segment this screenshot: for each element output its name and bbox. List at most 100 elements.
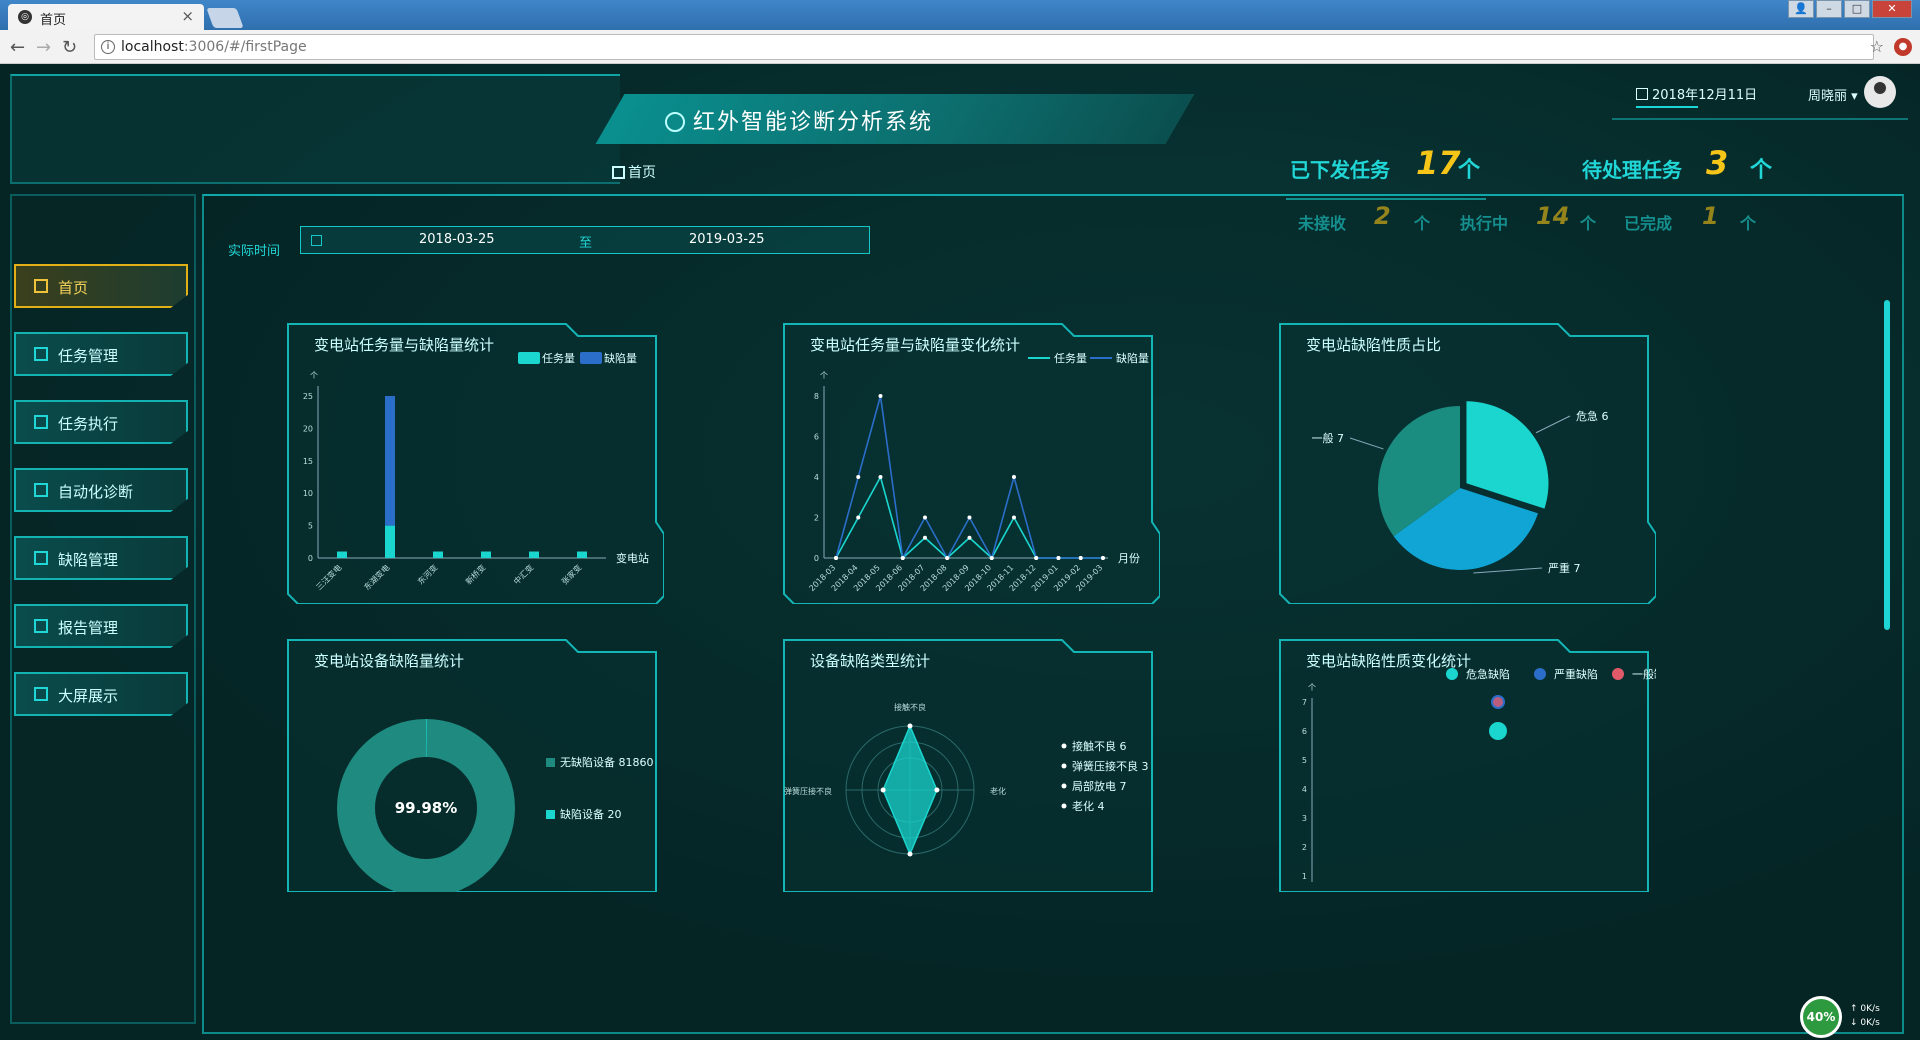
system-title: 红外智能诊断分析系统 [665,104,933,136]
data-point [989,556,994,560]
building-icon [34,279,48,293]
network-speed: ↑ 0K/s ↓ 0K/s [1850,1004,1880,1028]
data-point [1011,515,1016,520]
pending-tasks-value: 3 [1706,144,1729,182]
sidebar-item-home[interactable]: 首页 [14,264,188,308]
issued-tasks-label: 已下发任务 [1290,158,1390,182]
legend-swatch [518,352,540,364]
caret-down-icon: ▾ [1851,89,1858,104]
building-icon [34,619,48,633]
browser-tab[interactable]: ◎ 首页 × [8,4,204,30]
series-line [835,395,1103,561]
y-tick-label: 2 [814,514,819,523]
legend-swatch [546,810,555,819]
date-range-picker[interactable]: 2018-03-25 至 2019-03-25 [300,226,870,254]
bar [385,396,395,526]
y-tick-label: 8 [814,392,819,401]
pie-label: 危急 6 [1576,409,1609,423]
window-maximize-icon[interactable]: □ [1844,0,1870,18]
user-bar: 2018年12月11日 周晓丽 ▾ [1612,64,1908,120]
scrollbar[interactable] [1884,300,1890,630]
building-icon [34,687,48,701]
x-tick-label: 张家变 [559,562,583,586]
scatter-point [1493,697,1503,707]
current-date-text: 2018年12月11日 [1652,88,1758,103]
avatar[interactable] [1864,76,1896,108]
reload-icon[interactable]: ↻ [62,37,77,58]
y-tick-label: 20 [303,424,313,433]
donut-chart: 99.98% 无缺陷设备 81860 缺陷设备 20 [337,719,654,892]
sidebar-item-defect-management[interactable]: 缺陷管理 [14,536,188,580]
network-monitor[interactable]: 40% ↑ 0K/s ↓ 0K/s [1800,996,1920,1040]
sidebar-item-task-management[interactable]: 任务管理 [14,332,188,376]
bookmark-star-icon[interactable]: ☆ [1870,37,1884,56]
tab-favicon-icon: ◎ [18,10,32,24]
sidebar-item-label: 报告管理 [58,619,119,637]
data-point [856,515,861,520]
new-tab-button[interactable] [206,8,244,28]
radar-point [934,787,940,793]
tab-title: 首页 [40,13,67,28]
legend-label: 缺陷设备 20 [560,807,622,821]
sidebar-item-auto-diagnosis[interactable]: 自动化诊断 [14,468,188,512]
legend-label: 任务量 [1054,352,1087,365]
window-close-icon[interactable]: ✕ [1872,0,1912,18]
data-point [1100,556,1105,560]
date-underline [1636,106,1698,108]
y-tick-label: 6 [1302,727,1307,736]
sidebar-item-report-management[interactable]: 报告管理 [14,604,188,648]
back-icon[interactable]: ← [10,37,25,58]
bar [577,551,587,558]
system-logo-icon [665,112,685,132]
radar-point [880,787,886,793]
legend-label: 危急缺陷 [1466,667,1510,681]
upload-speed: 0K/s [1860,1004,1880,1014]
legend-bullet [1061,783,1067,789]
breadcrumb[interactable]: 首页 [612,162,656,182]
data-point [834,556,838,560]
card-radar-chart: 设备缺陷类型统计 接触不良 老化 弹簧压接不良 接触不良 6 弹簧压接不良 3 局部放电 … [782,638,1160,892]
building-icon [34,347,48,361]
sidebar-item-label: 自动化诊断 [58,483,134,501]
user-menu[interactable]: 周晓丽 ▾ [1808,85,1858,104]
legend-swatch [580,352,602,364]
sidebar-item-label: 首页 [58,279,89,297]
window-minimize-icon[interactable]: – [1816,0,1842,18]
sidebar-item-label: 大屏展示 [58,687,119,705]
site-info-icon[interactable]: i [101,40,115,54]
user-name: 周晓丽 [1808,89,1848,104]
radar-chart: 接触不良老化 弹簧压接不良 接触不良 6 弹簧压接不良 3 局部放电 7 老化 4 [784,702,1149,857]
address-bar: ← → ↻ i localhost:3006/#/firstPage ☆ ● [0,30,1920,64]
scatter-point [1489,722,1507,740]
bar [529,551,539,558]
card-pie-chart: 变电站缺陷性质占比 危急 6 严重 7 一般 7 [1278,322,1656,604]
url-path: :3006/#/firstPage [183,39,307,55]
tab-close-icon[interactable]: × [181,7,194,25]
pie-slice [1466,401,1549,509]
legend-swatch [1446,668,1458,680]
pie-label: 一般 7 [1312,432,1345,445]
radar-point [907,851,913,857]
y-tick-label: 5 [308,522,313,531]
legend-label: 一般缺陷 [1632,667,1656,681]
sidebar-item-big-screen[interactable]: 大屏展示 [14,672,188,716]
current-date: 2018年12月11日 [1636,84,1758,108]
bar [385,525,395,558]
sidebar-item-task-execution[interactable]: 任务执行 [14,400,188,444]
donut-center-label: 99.98% [395,799,457,817]
window-user-icon[interactable]: 👤 [1788,0,1814,18]
line-chart: 个月份024682018-032018-042018-052018-062018… [807,351,1149,593]
y-tick-label: 4 [814,473,819,482]
radar-axis-label: 弹簧压接不良 [784,786,832,796]
forward-icon[interactable]: → [36,37,51,58]
x-axis-label: 月份 [1118,552,1140,565]
app-root: 红外智能诊断分析系统 首页 2018年12月11日 周晓丽 ▾ 已下发任务 17… [0,64,1920,1040]
y-tick-label: 4 [1302,785,1307,794]
pie-leader-line [1349,437,1384,450]
legend-label: 弹簧压接不良 3 [1072,759,1149,773]
legend-label: 严重缺陷 [1554,667,1598,681]
url-input[interactable]: i localhost:3006/#/firstPage [94,34,1874,60]
building-icon [612,166,625,179]
sidebar-item-label: 任务执行 [58,415,119,433]
extension-icon[interactable]: ● [1894,38,1912,56]
